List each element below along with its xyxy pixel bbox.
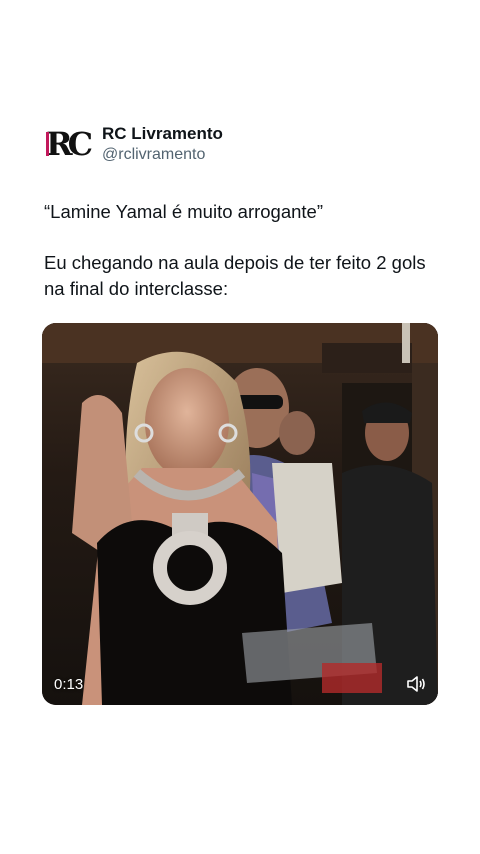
video-player[interactable]: 0:13 [42,323,438,705]
author-name[interactable]: RC Livramento [102,124,223,144]
tweet-header: RC RC Livramento @rclivramento [46,122,446,166]
author-handle[interactable]: @rclivramento [102,146,205,164]
video-timestamp: 0:13 [54,676,84,693]
tweet-quote: “Lamine Yamal é muito arrogante” [44,201,324,222]
tweet-card: RC RC Livramento @rclivramento “Lamine Y… [0,0,480,854]
video-frame [42,323,438,705]
speaker-icon[interactable] [406,675,426,693]
avatar-accent-stripe [46,132,49,156]
avatar[interactable]: RC [45,125,93,163]
tweet-body-line-1: Eu chegando na aula depois de ter feito … [44,252,426,273]
tweet-body: Eu chegando na aula depois de ter feito … [44,250,444,302]
avatar-logo: RC [45,125,93,163]
tweet-body-line-2: na final do interclasse: [44,278,229,299]
